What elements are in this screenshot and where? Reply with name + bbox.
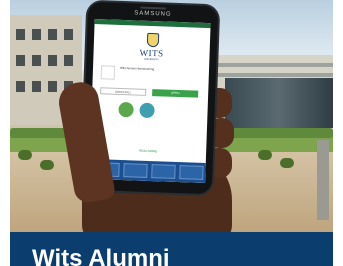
glass-facade	[225, 78, 333, 128]
campus-photo: SAMSUNG WITS UNIVERSITY Wits Alumni Home…	[10, 0, 333, 232]
shrub	[18, 150, 32, 160]
caption-title: Wits Alumni	[32, 245, 170, 266]
shrub	[280, 158, 294, 168]
shrub	[40, 160, 54, 170]
hedge	[10, 128, 70, 138]
downloads-badge-icon	[118, 101, 134, 118]
open-button[interactable]: OPEN	[152, 89, 199, 98]
app-name: Wits Alumni Homecoming	[119, 65, 155, 72]
caption-band: Wits Alumni	[10, 232, 333, 266]
uninstall-button[interactable]: UNINSTALL	[100, 87, 147, 96]
app-icon	[100, 65, 116, 80]
status-bar	[94, 19, 211, 29]
category-badge-icon	[139, 102, 155, 119]
screenshot-thumb[interactable]	[123, 163, 148, 178]
promo-card[interactable]: SAMSUNG WITS UNIVERSITY Wits Alumni Home…	[10, 0, 333, 266]
earpiece	[140, 6, 167, 10]
bollard	[317, 140, 329, 220]
screenshot-thumb[interactable]	[151, 164, 176, 179]
wits-shield-icon	[146, 32, 160, 48]
screenshot-thumb[interactable]	[179, 165, 204, 180]
shrub	[258, 150, 272, 160]
phone-brand: SAMSUNG	[134, 10, 172, 18]
